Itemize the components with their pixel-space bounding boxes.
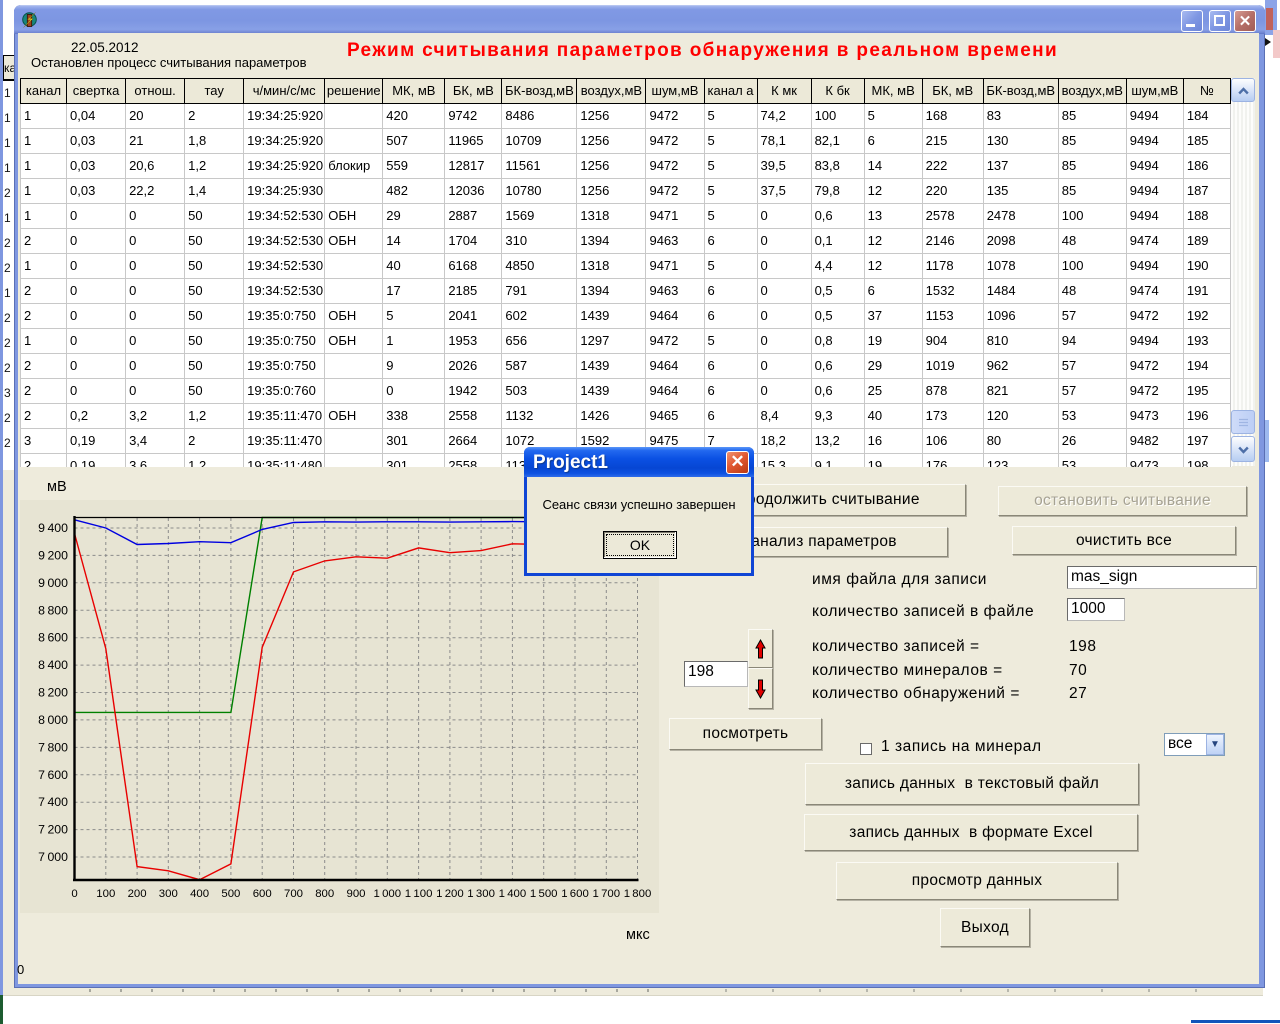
svg-text:7 200: 7 200 xyxy=(38,823,68,837)
svg-text:7 000: 7 000 xyxy=(38,850,68,864)
svg-text:700: 700 xyxy=(284,888,303,900)
svg-text:7 600: 7 600 xyxy=(38,768,68,782)
svg-text:1 200: 1 200 xyxy=(436,888,464,900)
svg-text:900: 900 xyxy=(346,888,365,900)
svg-text:9 200: 9 200 xyxy=(38,548,68,562)
svg-text:1 500: 1 500 xyxy=(530,888,558,900)
svg-text:8 600: 8 600 xyxy=(38,631,68,645)
svg-text:1 600: 1 600 xyxy=(561,888,589,900)
svg-text:8 200: 8 200 xyxy=(38,686,68,700)
svg-text:300: 300 xyxy=(159,888,178,900)
svg-text:800: 800 xyxy=(315,888,334,900)
svg-text:1 100: 1 100 xyxy=(405,888,433,900)
svg-text:8 800: 8 800 xyxy=(38,603,68,617)
svg-text:7 400: 7 400 xyxy=(38,795,68,809)
svg-text:8 000: 8 000 xyxy=(38,713,68,727)
svg-text:9 000: 9 000 xyxy=(38,576,68,590)
svg-text:7 800: 7 800 xyxy=(38,740,68,754)
svg-text:100: 100 xyxy=(96,888,115,900)
svg-text:600: 600 xyxy=(253,888,272,900)
svg-text:500: 500 xyxy=(221,888,240,900)
svg-text:1 400: 1 400 xyxy=(499,888,527,900)
svg-text:1 700: 1 700 xyxy=(592,888,620,900)
svg-text:400: 400 xyxy=(190,888,209,900)
svg-text:1 000: 1 000 xyxy=(373,888,401,900)
svg-text:1 800: 1 800 xyxy=(624,888,652,900)
svg-text:9 400: 9 400 xyxy=(38,521,68,535)
svg-text:0: 0 xyxy=(71,888,77,900)
svg-text:1 300: 1 300 xyxy=(467,888,495,900)
svg-text:8 400: 8 400 xyxy=(38,658,68,672)
svg-text:200: 200 xyxy=(128,888,147,900)
